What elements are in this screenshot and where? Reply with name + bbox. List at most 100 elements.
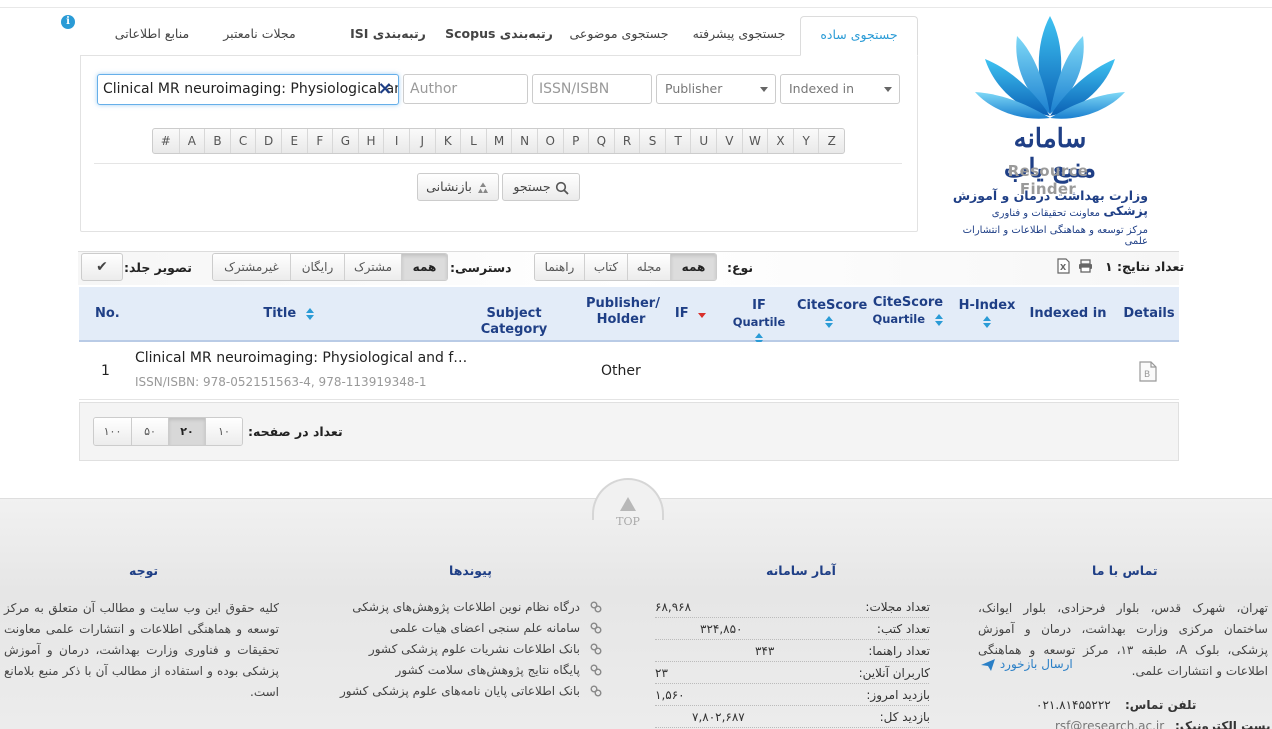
stat-label: تعداد مجلات: xyxy=(865,600,930,614)
footer-link[interactable]: پایگاه نتایج پژوهش‌های سلامت کشور xyxy=(396,663,580,677)
alpha-letter[interactable]: N xyxy=(511,129,537,153)
tab-simple-search[interactable]: جستجوی ساده xyxy=(800,16,918,56)
alpha-letter[interactable]: D xyxy=(255,129,281,153)
table-row: 1 Clinical MR neuroimaging: Physiologica… xyxy=(79,342,1179,400)
cover-toggle[interactable]: ✔ xyxy=(81,253,123,281)
alpha-letter[interactable]: K xyxy=(434,129,461,153)
print-icon[interactable] xyxy=(1078,259,1093,273)
alpha-letter[interactable]: # xyxy=(153,129,179,153)
publisher-select-value: Publisher xyxy=(665,81,723,96)
alpha-letter[interactable]: U xyxy=(690,129,716,153)
tab-sources[interactable]: منابع اطلاعاتی xyxy=(102,16,202,56)
page-size-50[interactable]: ۵۰ xyxy=(131,418,168,445)
alpha-letter[interactable]: P xyxy=(562,129,589,153)
stat-label: تعداد راهنما: xyxy=(868,644,930,658)
details-icon[interactable]: B xyxy=(1139,361,1157,382)
alpha-letter[interactable]: Y xyxy=(792,129,819,153)
alpha-letter[interactable]: S xyxy=(639,129,665,153)
alpha-letter[interactable]: O xyxy=(536,129,563,153)
search-button[interactable]: جستجو xyxy=(502,173,580,201)
access-option-all[interactable]: همه xyxy=(401,254,447,280)
footer-link[interactable]: بانک اطلاعاتی پایان نامه‌های علوم پزشکی … xyxy=(340,684,580,698)
link-icon xyxy=(590,601,602,613)
type-option-guide[interactable]: راهنما xyxy=(535,254,584,280)
indexed-in-select[interactable]: Indexed in xyxy=(780,74,900,104)
author-field[interactable]: Author xyxy=(403,74,528,104)
col-citescore-quartile[interactable]: CiteScore Quartile xyxy=(871,295,945,328)
alpha-letter[interactable]: A xyxy=(178,129,205,153)
access-option-subscribed[interactable]: مشترک xyxy=(344,254,401,280)
col-subject: Subject Category xyxy=(480,306,548,337)
title-search-input[interactable]: Clinical MR neuroimaging: Physiological … xyxy=(97,74,399,105)
col-citescore[interactable]: CiteScore xyxy=(797,298,867,328)
sort-icon xyxy=(825,316,833,328)
alpha-letter[interactable]: E xyxy=(280,129,307,153)
row-title[interactable]: Clinical MR neuroimaging: Physiological … xyxy=(135,350,467,366)
page-size-100[interactable]: ۱۰۰ xyxy=(94,418,131,445)
page-size-20[interactable]: ۲۰ xyxy=(168,418,205,445)
stat-label: کاربران آنلاین: xyxy=(858,666,930,680)
col-hindex[interactable]: H-Index xyxy=(955,298,1019,328)
feedback-link[interactable]: ارسال بازخورد xyxy=(980,657,1073,672)
alpha-letter[interactable]: G xyxy=(332,129,358,153)
page-size-options: ۱۰۰ ۵۰ ۲۰ ۱۰ xyxy=(93,417,243,446)
reset-button[interactable]: بازنشانی xyxy=(417,173,499,201)
alpha-letter[interactable]: H xyxy=(357,129,384,153)
alpha-letter[interactable]: F xyxy=(306,129,333,153)
alpha-letter[interactable]: L xyxy=(460,129,486,153)
top-label: TOP xyxy=(616,515,640,528)
clear-icon[interactable]: × xyxy=(377,79,393,99)
alpha-letter[interactable]: V xyxy=(716,129,742,153)
svg-text:B: B xyxy=(1144,370,1150,380)
stat-label: تعداد کتب: xyxy=(876,622,930,636)
alpha-letter[interactable]: R xyxy=(613,129,640,153)
col-publisher: Publisher/ Holder xyxy=(586,296,660,328)
footer-link[interactable]: سامانه علم سنجی اعضای هیات علمی xyxy=(390,621,580,635)
access-label: دسترسی: xyxy=(450,260,512,275)
access-option-non-subscribed[interactable]: غیرمشترک xyxy=(213,254,290,280)
recycle-icon xyxy=(477,182,488,193)
col-details: Details xyxy=(1123,306,1175,321)
chevron-down-icon xyxy=(884,87,892,92)
type-option-book[interactable]: کتاب xyxy=(584,254,627,280)
tab-scopus-ranking[interactable]: رتبه‌بندی Scopus xyxy=(445,16,553,56)
alpha-letter[interactable]: J xyxy=(408,129,435,153)
col-if-quartile[interactable]: IF Quartile xyxy=(724,298,794,345)
footer-link[interactable]: بانک اطلاعات نشریات علوم پزشکی کشور xyxy=(369,642,580,656)
email-value[interactable]: rsf@research.ac.ir xyxy=(1055,719,1164,729)
alpha-letter[interactable]: M xyxy=(485,129,512,153)
excel-icon[interactable]: X xyxy=(1057,258,1070,274)
publisher-select[interactable]: Publisher xyxy=(656,74,776,104)
info-icon[interactable]: i xyxy=(61,15,75,29)
alpha-letter[interactable]: C xyxy=(229,129,256,153)
col-publisher-line2: Holder xyxy=(596,312,646,327)
tab-advanced-search[interactable]: جستجوی پیشرفته xyxy=(683,16,795,56)
type-option-journal[interactable]: مجله xyxy=(627,254,670,280)
col-title[interactable]: Title xyxy=(259,306,319,322)
logo[interactable]: سامانه منبع یاب Resource Finder وزارت به… xyxy=(940,12,1160,247)
tab-subject-search[interactable]: جستجوی موضوعی xyxy=(565,16,673,56)
type-filter: راهنما کتاب مجله همه xyxy=(534,253,717,281)
alpha-letter[interactable]: W xyxy=(741,129,768,153)
alpha-letter[interactable]: T xyxy=(664,129,691,153)
alpha-letter[interactable]: Z xyxy=(818,129,844,153)
phone-label: تلفن تماس: xyxy=(1125,698,1197,712)
alpha-letter[interactable]: I xyxy=(383,129,409,153)
tab-isi-ranking[interactable]: رتبه‌بندی ISI xyxy=(338,16,438,56)
stat-value: ۷,۸۰۲,۶۸۷ xyxy=(692,710,745,724)
alpha-letter[interactable]: X xyxy=(767,129,793,153)
contact-title: تماس با ما xyxy=(1092,563,1158,578)
type-option-all[interactable]: همه xyxy=(670,254,716,280)
access-option-free[interactable]: رایگان xyxy=(290,254,344,280)
link-icon xyxy=(590,685,602,697)
alpha-letter[interactable]: B xyxy=(204,129,230,153)
page-size-10[interactable]: ۱۰ xyxy=(205,418,242,445)
footer-link[interactable]: درگاه نظام نوین اطلاعات پژوهش‌های پزشکی xyxy=(352,600,580,614)
svg-text:X: X xyxy=(1060,263,1067,272)
alpha-letter[interactable]: Q xyxy=(588,129,614,153)
indexed-select-value: Indexed in xyxy=(789,81,855,96)
issn-field[interactable]: ISSN/ISBN xyxy=(532,74,652,104)
search-icon xyxy=(555,181,569,195)
tab-invalid-journals[interactable]: مجلات نامعتبر xyxy=(212,16,307,56)
col-if[interactable]: IF xyxy=(673,306,709,322)
